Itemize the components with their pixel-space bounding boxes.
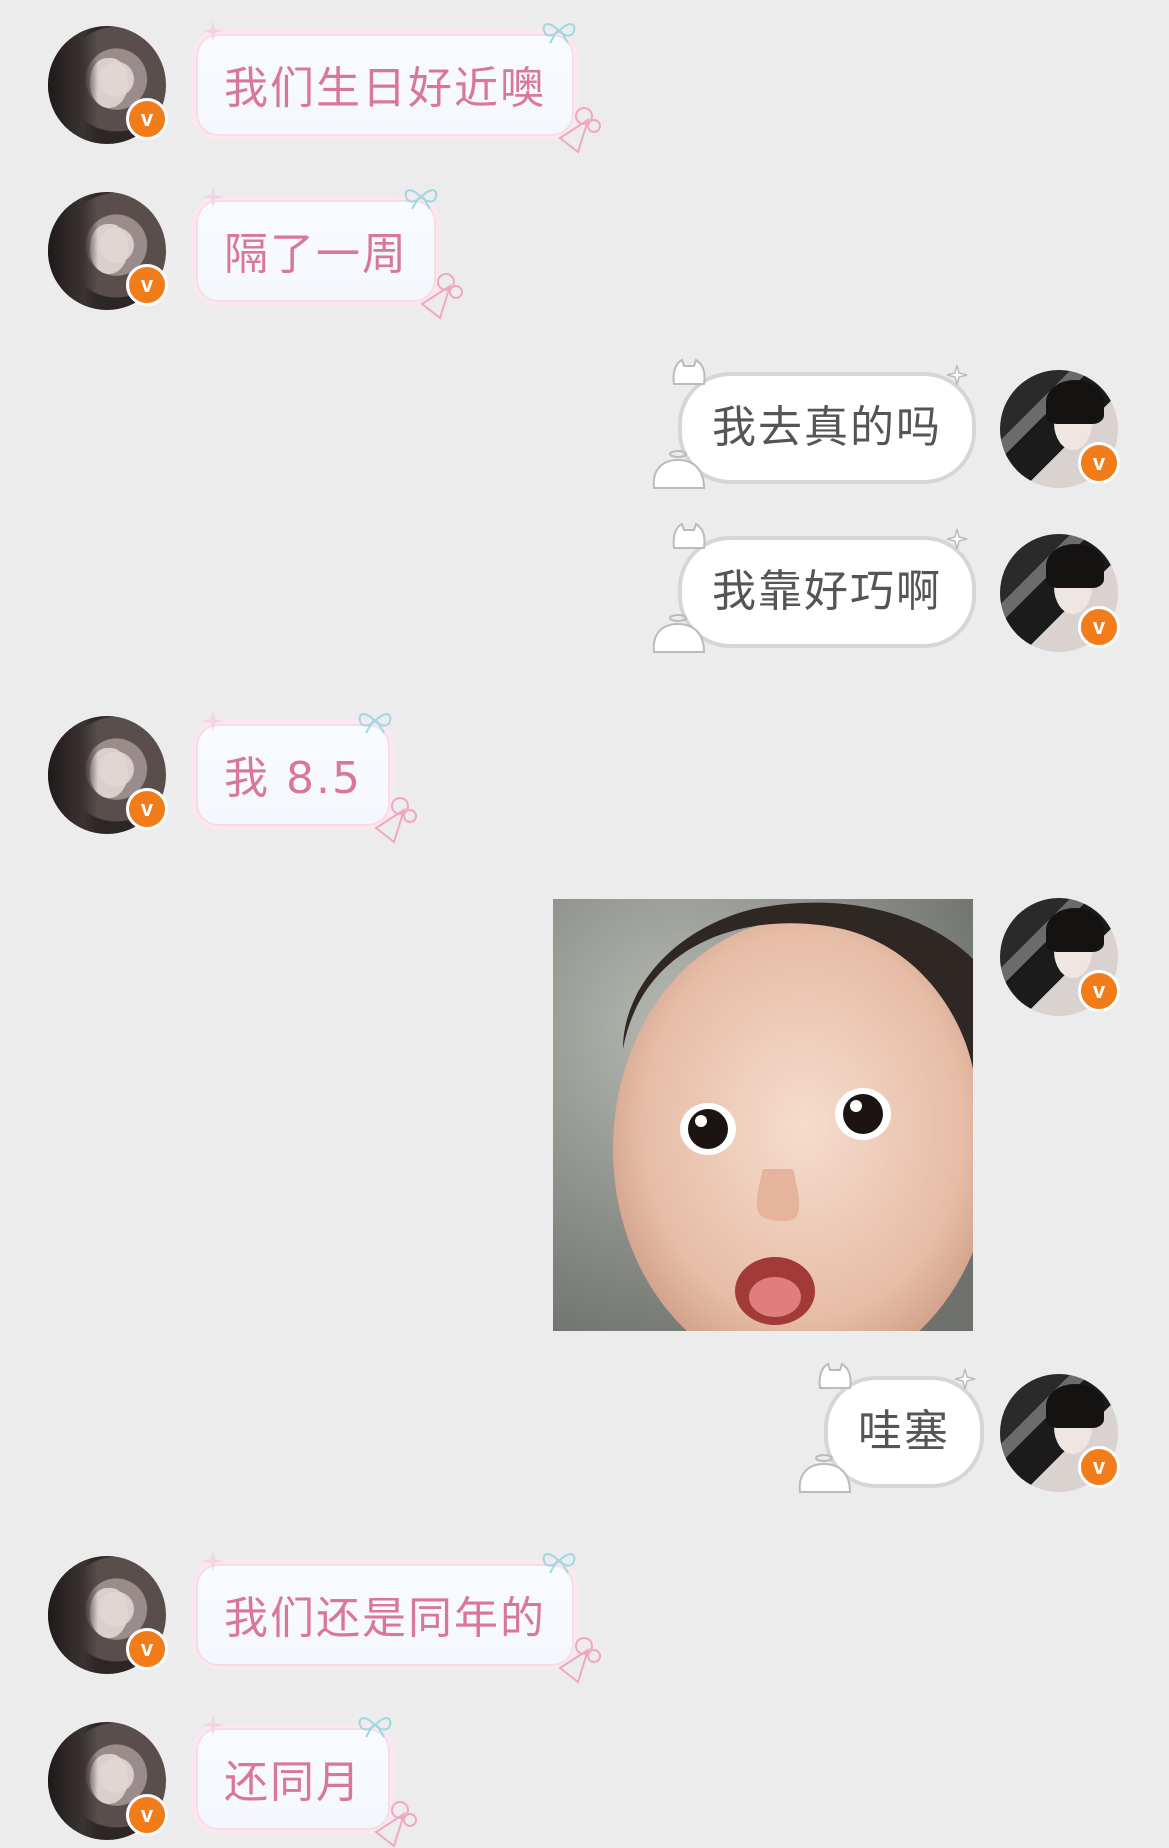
flower-bouquet-icon [558, 107, 601, 154]
verified-badge-icon: v [126, 98, 168, 140]
flower-bouquet-icon [374, 1801, 417, 1848]
message-text: 还同月 [224, 1757, 362, 1808]
message-bubble-incoming[interactable]: 还同月 [192, 1714, 417, 1848]
star-icon [946, 364, 968, 386]
flower-bouquet-icon [558, 1637, 601, 1684]
message-bubble-incoming[interactable]: 我 8.5 [192, 710, 417, 844]
sparkle-icon [202, 186, 224, 208]
flower-bouquet-icon [374, 797, 417, 844]
bow-icon [404, 189, 438, 210]
verified-badge-icon: v [126, 264, 168, 306]
contact-avatar[interactable]: v [48, 192, 168, 310]
verified-badge-icon: v [1078, 970, 1120, 1012]
my-avatar[interactable]: v [1000, 898, 1120, 1016]
star-icon [954, 1368, 976, 1390]
message-bubble-outgoing[interactable]: 我靠好巧啊 [652, 522, 976, 653]
message-bubble-outgoing[interactable]: 我去真的吗 [652, 358, 976, 489]
sticker-image[interactable] [553, 899, 973, 1331]
message-text: 哇塞 [858, 1406, 950, 1457]
bow-icon [542, 1553, 576, 1574]
message-text: 我去真的吗 [712, 402, 942, 453]
my-avatar[interactable]: v [1000, 370, 1120, 488]
verified-badge-icon: v [126, 1628, 168, 1670]
sparkle-icon [202, 1714, 224, 1736]
sparkle-icon [202, 710, 224, 732]
cat-doodle-icon [818, 1362, 852, 1389]
verified-badge-icon: v [1078, 606, 1120, 648]
cat-doodle-icon [672, 522, 706, 549]
message-text: 我们生日好近噢 [224, 63, 546, 114]
verified-badge-icon: v [1078, 1446, 1120, 1488]
verified-badge-icon: v [1078, 442, 1120, 484]
bow-icon [358, 713, 392, 734]
message-bubble-incoming[interactable]: 隔了一周 [192, 186, 463, 320]
message-text: 隔了一周 [224, 229, 408, 280]
verified-badge-icon: v [126, 1794, 168, 1836]
sparkle-icon [202, 1550, 224, 1572]
contact-avatar[interactable]: v [48, 1556, 168, 1674]
verified-badge-icon: v [126, 788, 168, 830]
message-text: 我靠好巧啊 [712, 566, 942, 617]
message-bubble-incoming[interactable]: 我们生日好近噢 [192, 20, 601, 154]
contact-avatar[interactable]: v [48, 716, 168, 834]
star-icon [946, 528, 968, 550]
message-bubble-outgoing[interactable]: 哇塞 [798, 1362, 984, 1493]
message-bubble-incoming[interactable]: 我们还是同年的 [192, 1550, 601, 1684]
my-avatar[interactable]: v [1000, 534, 1120, 652]
sparkle-icon [202, 20, 224, 42]
ghost-doodle-icon [798, 1454, 852, 1493]
contact-avatar[interactable]: v [48, 1722, 168, 1840]
surprised-baby-sticker-icon [553, 899, 973, 1331]
bow-icon [542, 23, 576, 44]
message-text: 我 8.5 [224, 753, 362, 804]
flower-bouquet-icon [420, 273, 463, 320]
chat-thread: v 我们生日好近噢 v 隔了一周 我去真的吗 v 我靠好巧啊 v v 我 8.5… [0, 0, 1169, 1848]
ghost-doodle-icon [652, 450, 706, 489]
cat-doodle-icon [672, 358, 706, 385]
message-text: 我们还是同年的 [224, 1593, 546, 1644]
bow-icon [358, 1717, 392, 1738]
ghost-doodle-icon [652, 614, 706, 653]
my-avatar[interactable]: v [1000, 1374, 1120, 1492]
contact-avatar[interactable]: v [48, 26, 168, 144]
